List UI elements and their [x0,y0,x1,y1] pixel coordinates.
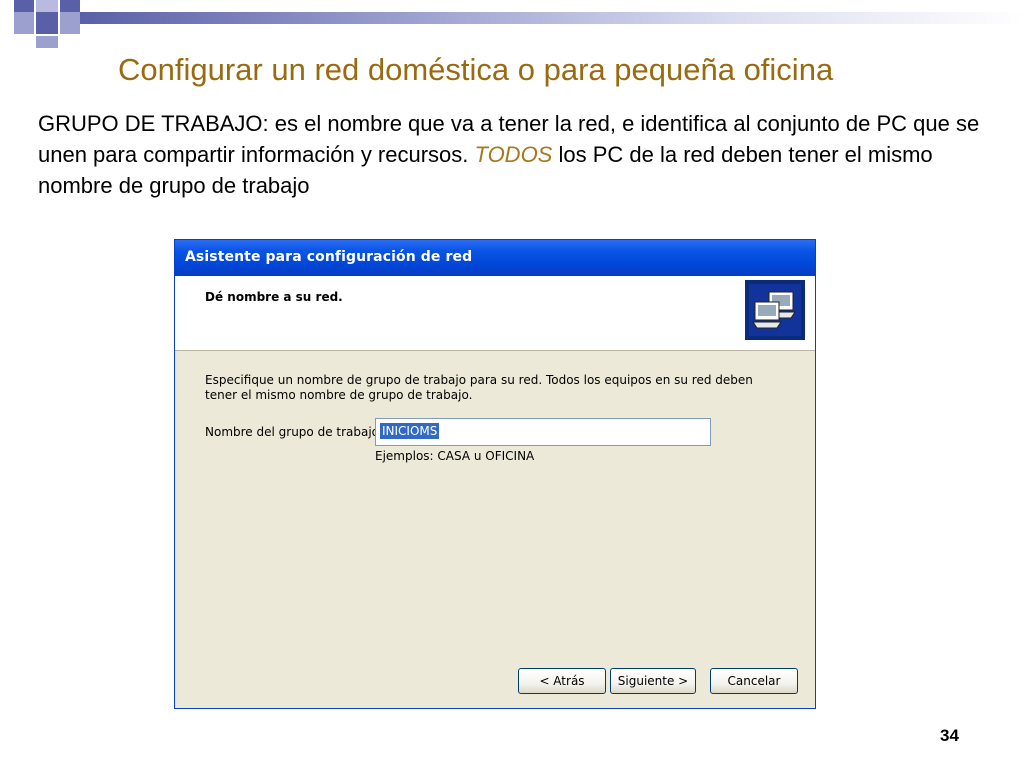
slide-number: 34 [940,726,959,745]
slide-body-text: GRUPO DE TRABAJO: es el nombre que va a … [38,108,988,201]
next-button[interactable]: Siguiente > [610,668,696,694]
dialog-header-title: Dé nombre a su red. [205,290,343,304]
decorative-square [14,12,34,34]
decorative-square [36,0,58,12]
dialog-title-bar[interactable]: Asistente para configuración de red [175,240,815,276]
workgroup-name-input[interactable]: INICIOMS [375,418,711,446]
dialog-header: Dé nombre a su red. [175,276,815,351]
decorative-square [60,0,80,12]
back-button[interactable]: < Atrás [518,668,606,694]
decorative-square [60,12,80,34]
decorative-square [36,12,58,34]
decorative-bar [80,12,1024,24]
workgroup-examples-hint: Ejemplos: CASA u OFICINA [375,449,535,463]
slide-title: Configurar un red doméstica o para peque… [118,52,834,87]
cancel-button[interactable]: Cancelar [710,668,798,694]
decorative-square [36,36,58,48]
decorative-square [14,0,34,12]
network-computers-icon [745,280,805,340]
body-text-emphasis: TODOS [474,142,553,167]
workgroup-name-label: Nombre del grupo de trabajo: [205,425,384,439]
workgroup-name-value: INICIOMS [380,423,440,439]
dialog-description: Especifique un nombre de grupo de trabaj… [205,373,753,402]
network-wizard-dialog: Asistente para configuración de red Dé n… [174,239,816,709]
